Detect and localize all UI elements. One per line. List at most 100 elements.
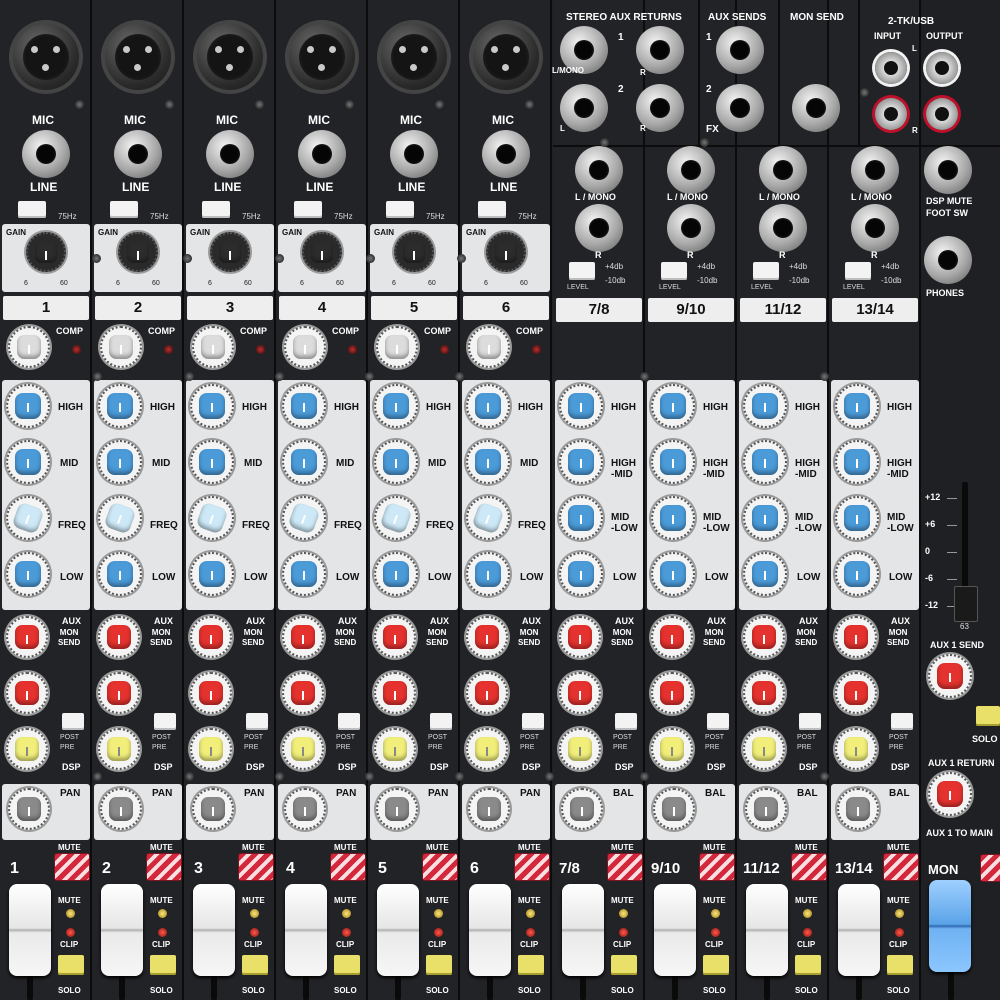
channel-fader-5[interactable] <box>377 884 419 976</box>
stereo-high-mid-knob-4[interactable] <box>835 440 879 484</box>
solo-button-3[interactable] <box>242 955 268 975</box>
dsp-send-knob-3[interactable] <box>190 728 232 770</box>
stereo-mute-button-4[interactable] <box>883 853 919 881</box>
usb-input-right-rca[interactable] <box>875 98 907 130</box>
mon-send-knob-2[interactable] <box>98 672 140 714</box>
mute-button-5[interactable] <box>422 853 458 881</box>
usb-input-left-rca[interactable] <box>875 52 907 84</box>
aux-send-knob-8[interactable] <box>651 616 693 658</box>
mon-fader[interactable] <box>929 880 971 972</box>
balance-knob-3[interactable] <box>745 788 787 830</box>
gain-knob-1[interactable] <box>26 232 66 272</box>
low-eq-knob-1[interactable] <box>6 552 50 596</box>
channel-fader-2[interactable] <box>101 884 143 976</box>
channel-fader-10[interactable] <box>838 884 880 976</box>
pre-post-button-2[interactable] <box>154 713 176 730</box>
solo-button-7[interactable] <box>611 955 637 975</box>
mid-eq-knob-4[interactable] <box>282 440 326 484</box>
stereo-right-jack-1[interactable] <box>575 204 623 252</box>
aux1-solo-button[interactable] <box>976 706 1000 726</box>
gain-knob-3[interactable] <box>210 232 250 272</box>
high-eq-knob-2[interactable] <box>98 384 142 428</box>
low-eq-knob-4[interactable] <box>282 552 326 596</box>
stereo-left-jack-1[interactable] <box>575 146 623 194</box>
aux-send-knob-3[interactable] <box>190 616 232 658</box>
stereo-high-knob-4[interactable] <box>835 384 879 428</box>
mid-eq-knob-3[interactable] <box>190 440 234 484</box>
stereo-low-knob-4[interactable] <box>835 552 879 596</box>
mon-send-knob-5[interactable] <box>374 672 416 714</box>
comp-knob-3[interactable] <box>192 326 234 368</box>
balance-knob-4[interactable] <box>837 788 879 830</box>
freq-knob-2[interactable] <box>98 496 142 540</box>
phones-jack[interactable] <box>924 236 972 284</box>
mon-send-knob-7[interactable] <box>559 672 601 714</box>
hpf-button-3[interactable] <box>202 201 230 218</box>
stereo-low-knob-2[interactable] <box>651 552 695 596</box>
comp-knob-4[interactable] <box>284 326 326 368</box>
mon-send-knob-4[interactable] <box>282 672 324 714</box>
mute-button-1[interactable] <box>54 853 90 881</box>
dsp-send-knob-7[interactable] <box>559 728 601 770</box>
dsp-send-knob-8[interactable] <box>651 728 693 770</box>
mon-send-knob-3[interactable] <box>190 672 232 714</box>
pre-post-button-10[interactable] <box>891 713 913 730</box>
mute-button-4[interactable] <box>330 853 366 881</box>
solo-button-5[interactable] <box>426 955 452 975</box>
channel-fader-4[interactable] <box>285 884 327 976</box>
mon-send-knob-10[interactable] <box>835 672 877 714</box>
hpf-button-4[interactable] <box>294 201 322 218</box>
stereo-return-2-left-jack[interactable] <box>560 84 608 132</box>
stereo-mid-low-knob-4[interactable] <box>835 496 879 540</box>
hpf-button-2[interactable] <box>110 201 138 218</box>
mon-send-knob-8[interactable] <box>651 672 693 714</box>
gain-knob-4[interactable] <box>302 232 342 272</box>
dsp-send-knob-10[interactable] <box>835 728 877 770</box>
balance-knob-2[interactable] <box>653 788 695 830</box>
aux-send-knob-4[interactable] <box>282 616 324 658</box>
stereo-mute-button-3[interactable] <box>791 853 827 881</box>
solo-button-2[interactable] <box>150 955 176 975</box>
stereo-high-knob-1[interactable] <box>559 384 603 428</box>
usb-output-left-rca[interactable] <box>926 52 958 84</box>
gain-knob-5[interactable] <box>394 232 434 272</box>
line-input-jack-5[interactable] <box>390 130 438 178</box>
dsp-send-knob-1[interactable] <box>6 728 48 770</box>
aux-send-knob-10[interactable] <box>835 616 877 658</box>
master-fader-handle[interactable] <box>954 586 978 622</box>
low-eq-knob-6[interactable] <box>466 552 510 596</box>
stereo-right-jack-4[interactable] <box>851 204 899 252</box>
aux-send-knob-7[interactable] <box>559 616 601 658</box>
mic-xlr-input-5[interactable] <box>377 20 451 94</box>
aux-send-knob-2[interactable] <box>98 616 140 658</box>
freq-knob-5[interactable] <box>374 496 418 540</box>
mic-xlr-input-4[interactable] <box>285 20 359 94</box>
stereo-left-jack-2[interactable] <box>667 146 715 194</box>
aux-send-knob-6[interactable] <box>466 616 508 658</box>
solo-button-10[interactable] <box>887 955 913 975</box>
pre-post-button-3[interactable] <box>246 713 268 730</box>
stereo-mid-low-knob-2[interactable] <box>651 496 695 540</box>
hpf-button-5[interactable] <box>386 201 414 218</box>
high-eq-knob-1[interactable] <box>6 384 50 428</box>
stereo-high-knob-2[interactable] <box>651 384 695 428</box>
mon-send-knob-6[interactable] <box>466 672 508 714</box>
pan-knob-2[interactable] <box>100 788 142 830</box>
mute-button-2[interactable] <box>146 853 182 881</box>
stereo-mid-low-knob-1[interactable] <box>559 496 603 540</box>
aux-send-knob-5[interactable] <box>374 616 416 658</box>
line-input-jack-1[interactable] <box>22 130 70 178</box>
stereo-low-knob-3[interactable] <box>743 552 787 596</box>
freq-knob-3[interactable] <box>190 496 234 540</box>
high-eq-knob-4[interactable] <box>282 384 326 428</box>
solo-button-8[interactable] <box>703 955 729 975</box>
stereo-low-knob-1[interactable] <box>559 552 603 596</box>
solo-button-6[interactable] <box>518 955 544 975</box>
dsp-send-knob-5[interactable] <box>374 728 416 770</box>
freq-knob-1[interactable] <box>6 496 50 540</box>
stereo-right-jack-2[interactable] <box>667 204 715 252</box>
pre-post-button-7[interactable] <box>615 713 637 730</box>
dsp-send-knob-2[interactable] <box>98 728 140 770</box>
pan-knob-5[interactable] <box>376 788 418 830</box>
stereo-return-1-right-jack[interactable] <box>636 26 684 74</box>
